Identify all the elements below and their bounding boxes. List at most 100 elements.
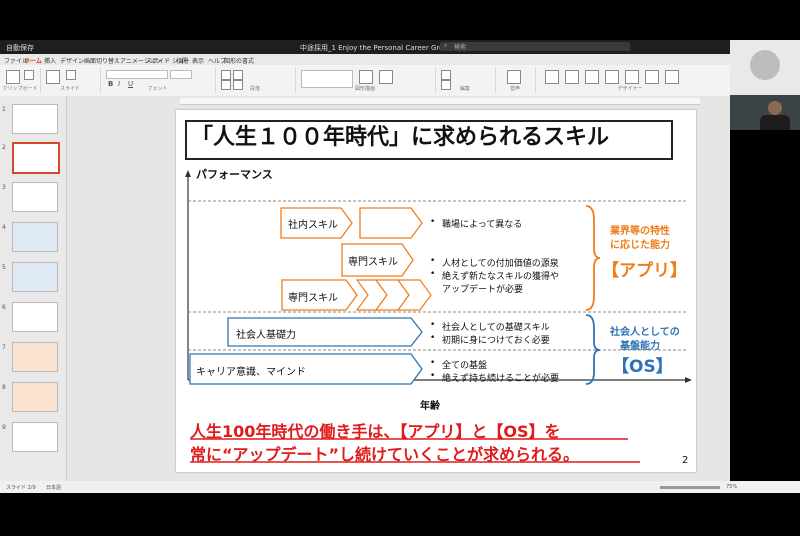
x-axis-arrowhead	[685, 377, 692, 383]
slide-thumbnail-4[interactable]	[12, 222, 58, 252]
horizontal-ruler	[180, 98, 700, 105]
slide-thumbnail-7[interactable]	[12, 342, 58, 372]
conclusion-line1: 人生100年時代の働き手は、【アプリ】と【OS】を	[190, 422, 561, 441]
language-indicator[interactable]: 日本語	[46, 484, 61, 491]
addin-icon-4[interactable]	[625, 70, 639, 84]
bullet-text: 人材としての付加価値の源泉	[442, 259, 559, 269]
slide-thumbnail-6[interactable]	[12, 302, 58, 332]
bullet-text: アップデートが必要	[442, 285, 524, 295]
slide-thumbnail-5[interactable]	[12, 262, 58, 292]
search-box[interactable]: ⌕ 検索	[440, 42, 630, 51]
ribbon-group-designer: デザイナー	[535, 68, 725, 92]
bullet-dot: •	[430, 256, 436, 266]
camera-feed	[730, 95, 800, 130]
numbering-icon[interactable]	[233, 70, 243, 80]
bullet-dot: •	[430, 269, 436, 279]
shanai-arrow-ext	[359, 207, 423, 239]
slide-thumbnail-8[interactable]	[12, 382, 58, 412]
font-size-select[interactable]	[170, 70, 192, 79]
thumb-number: 4	[2, 224, 6, 231]
title-bar: 自動保存 中途採用_1 Enjoy the Personal Career Gr…	[0, 40, 800, 54]
ribbon-group-editing: 編集	[435, 68, 496, 92]
app-label-line1: 業界等の特性	[610, 226, 670, 237]
thumbnail-pane: 1 2 3 4 5 6 7 8 9	[0, 96, 67, 481]
tab-design[interactable]: デザイン	[60, 56, 84, 65]
slide-thumbnail-3[interactable]	[12, 182, 58, 212]
new-slide-icon[interactable]	[46, 70, 60, 84]
group-label-drawing: 図形描画	[354, 86, 375, 92]
slide-thumbnail-1[interactable]	[12, 104, 58, 134]
autosave-label[interactable]: 自動保存	[6, 43, 34, 53]
senmon-skill-label-1: 専門スキル	[348, 257, 398, 268]
tab-transitions[interactable]: 画面切り替え	[84, 56, 120, 65]
participant-tile	[730, 40, 800, 95]
group-label-paragraph: 段落	[249, 86, 260, 92]
arrange-icon[interactable]	[359, 70, 373, 84]
senmon-skill-label-2: 専門スキル	[288, 293, 338, 304]
paste-icon[interactable]	[6, 70, 20, 84]
shanai-skill-label: 社内スキル	[288, 220, 338, 231]
zoom-slider[interactable]	[660, 486, 720, 489]
tab-view[interactable]: 表示	[192, 56, 204, 65]
ribbon-group-drawing: 図形描画	[295, 68, 436, 92]
quick-styles-icon[interactable]	[379, 70, 393, 84]
designer-icon[interactable]	[545, 70, 559, 84]
bullet-text: 全ての基盤	[442, 361, 488, 371]
thumb-number: 6	[2, 304, 6, 311]
thumb-number: 1	[2, 106, 6, 113]
conclusion-line2: 常に“アップデート”し続けていくことが求められる。	[190, 445, 580, 464]
ribbon: クリップボード スライド B I U フォント 段落 図形描画 編集 音声 デザ…	[0, 65, 730, 97]
person-body	[760, 115, 790, 130]
group-label-editing: 編集	[459, 86, 470, 92]
tab-insert[interactable]: 挿入	[44, 56, 56, 65]
ribbon-group-clipboard: クリップボード	[0, 68, 41, 92]
group-label-clipboard: クリップボード	[2, 86, 38, 92]
addin-icon-5[interactable]	[645, 70, 659, 84]
thumb-number: 8	[2, 384, 6, 391]
bullet-dot: •	[430, 333, 436, 343]
thumb-number: 9	[2, 424, 6, 431]
avatar	[750, 50, 780, 80]
addin-icon-3[interactable]	[605, 70, 619, 84]
bullet-dot: •	[430, 371, 436, 381]
slide-counter: スライド 2/9	[6, 485, 36, 491]
group-label-designer: デザイナー	[617, 86, 643, 92]
group-label-slides: スライド	[59, 86, 80, 92]
os-label-line2: 基盤能力	[620, 341, 660, 352]
bullets-icon[interactable]	[221, 70, 231, 80]
slide-thumbnail-9[interactable]	[12, 422, 58, 452]
addin-icon-2[interactable]	[585, 70, 599, 84]
bullet-text: 社会人としての基礎スキル	[442, 323, 550, 333]
bullet-text: 絶えず持ち続けることが必要	[442, 374, 560, 384]
app-brace	[585, 205, 601, 311]
find-icon[interactable]	[441, 70, 451, 80]
search-placeholder: 検索	[454, 44, 467, 51]
cut-icon[interactable]	[24, 70, 34, 80]
thumb-number: 5	[2, 264, 6, 271]
bullet-text: 職場によって異なる	[442, 220, 523, 230]
tab-shape-format[interactable]: 図形の書式	[224, 56, 254, 65]
os-label-line1: 社会人としての	[610, 327, 680, 338]
slide-canvas: 「人生１００年時代」に求められるスキル パフォーマンス 年齢 社内スキル 専門ス…	[176, 110, 696, 472]
zoom-level[interactable]: 75%	[726, 484, 737, 490]
layout-icon[interactable]	[66, 70, 76, 80]
webcam-overlay	[730, 40, 800, 130]
shakaijin-label: 社会人基礎力	[236, 330, 296, 341]
ribbon-group-voice: 音声	[495, 68, 536, 92]
addin-icon-6[interactable]	[665, 70, 679, 84]
slide-thumbnail-2[interactable]	[12, 142, 60, 174]
group-label-voice: 音声	[509, 86, 520, 92]
addin-icon-1[interactable]	[565, 70, 579, 84]
tab-home[interactable]: ホーム	[24, 56, 42, 65]
bullet-dot: •	[430, 358, 436, 368]
dictate-icon[interactable]	[507, 70, 521, 84]
thumb-number: 3	[2, 184, 6, 191]
bullet-text: 絶えず新たなスキルの獲得や	[442, 272, 560, 282]
thumb-number: 7	[2, 344, 6, 351]
group-label-font: フォント	[147, 86, 168, 92]
font-name-select[interactable]	[106, 70, 168, 79]
page-number: 2	[682, 455, 689, 466]
x-axis-label: 年齢	[420, 401, 440, 412]
tab-review[interactable]: 校閲	[176, 56, 188, 65]
bullet-text: 初期に身につけておく必要	[442, 336, 550, 346]
